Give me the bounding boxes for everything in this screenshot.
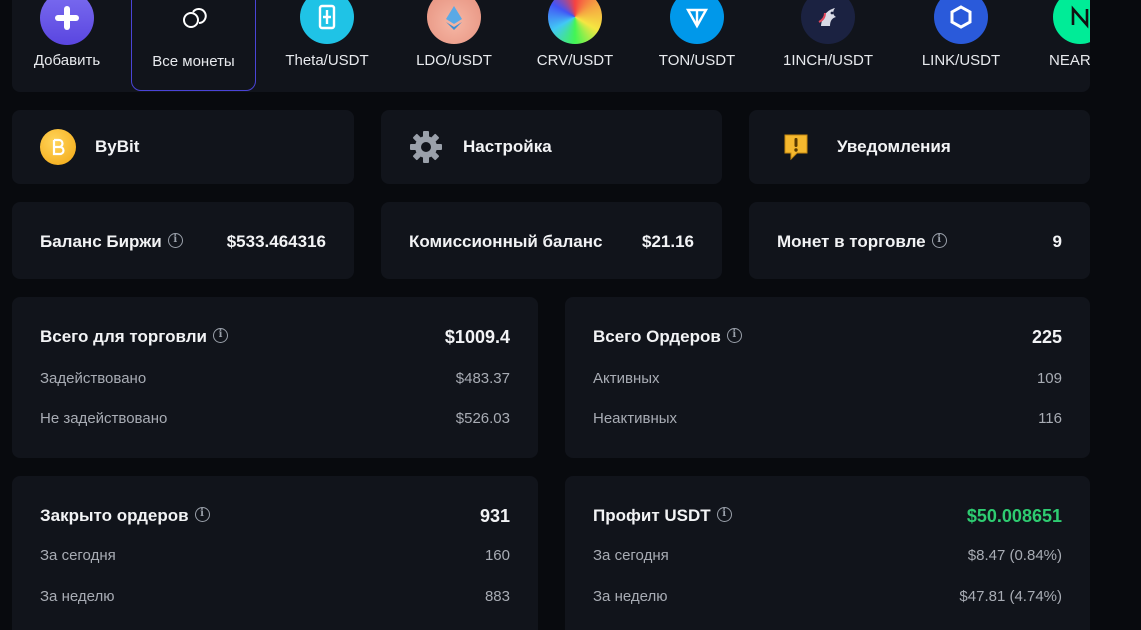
curve-logo-icon — [548, 0, 602, 44]
coin-label: LINK/USDT — [921, 52, 1001, 69]
info-icon[interactable]: i — [194, 507, 210, 523]
near-logo-icon — [1053, 0, 1090, 44]
balance-label: Баланс Биржи — [40, 232, 162, 251]
coin-crv[interactable]: CRV/USDT — [515, 0, 635, 92]
closed-orders-card: Закрыто ордеров i 931 За сегодня 160 За н… — [12, 476, 538, 630]
row-value: $526.03 — [455, 410, 510, 427]
chainlink-logo-icon — [934, 0, 988, 44]
row-label: За сегодня — [593, 547, 669, 564]
coin-near[interactable]: NEAR/USDT — [1034, 0, 1090, 92]
row-label: За сегодня — [40, 547, 116, 564]
row-value: 116 — [1038, 410, 1062, 427]
exchange-label: ByBit — [95, 137, 140, 156]
row-value: 883 — [484, 588, 510, 605]
info-icon[interactable]: i — [212, 328, 228, 344]
profit-card: Профит USDT i $50.008651 За сегодня $8.47… — [565, 476, 1090, 630]
row-label: За неделю — [593, 588, 668, 605]
coin-label: Theta/USDT — [285, 52, 369, 69]
coins-icon — [167, 0, 221, 45]
coins-trading-label: Монет в торговле — [777, 232, 926, 251]
all-coins-button[interactable]: Все монеты — [131, 0, 256, 91]
coin-label: NEAR/USDT — [1049, 52, 1090, 69]
gear-icon — [409, 130, 443, 169]
info-icon[interactable]: i — [726, 328, 742, 344]
row-value: $8.47 (0.84%) — [967, 547, 1062, 564]
commission-value: $21.16 — [642, 232, 694, 251]
row-label: Неактивных — [593, 410, 678, 427]
ton-logo-icon — [670, 0, 724, 44]
coin-strip: Добавить Все монеты Theta/USDT LDO/USDT … — [12, 0, 1090, 92]
row-label: Активных — [593, 370, 660, 387]
row-label: Задействовано — [40, 370, 147, 387]
bybit-coin-icon — [40, 129, 76, 165]
orders-total-card: Всего Ордеров i 225 Активных 109 Неактивн… — [565, 297, 1090, 458]
row-label: Не задействовано — [40, 410, 168, 427]
row-label: За неделю — [40, 588, 115, 605]
settings-label: Настройка — [463, 137, 552, 156]
coin-label: Добавить — [33, 52, 101, 69]
1inch-logo-icon — [801, 0, 855, 44]
add-coin-button[interactable]: Добавить — [12, 0, 127, 92]
coin-ton[interactable]: TON/USDT — [637, 0, 757, 92]
plus-icon — [40, 0, 94, 45]
coin-label: LDO/USDT — [416, 52, 492, 69]
trading-total-value: $1009.4 — [444, 327, 510, 347]
info-icon[interactable]: i — [716, 507, 732, 523]
orders-total-title: Всего Ордеров — [593, 327, 721, 346]
balance-card: Баланс Биржи i $533.464316 — [12, 202, 354, 279]
coin-label: CRV/USDT — [536, 52, 614, 69]
row-value: 160 — [484, 547, 510, 564]
commission-card: Комиссионный баланс $21.16 — [381, 202, 722, 279]
row-value: 109 — [1036, 370, 1062, 387]
coin-1inch[interactable]: 1INCH/USDT — [768, 0, 888, 92]
closed-orders-title: Закрыто ордеров — [40, 506, 189, 525]
coin-label: Все монеты — [152, 53, 235, 70]
coin-label: TON/USDT — [658, 52, 736, 69]
coin-label: 1INCH/USDT — [782, 52, 873, 69]
coin-ldo[interactable]: LDO/USDT — [394, 0, 514, 92]
coins-trading-card: Монет в торговле i 9 — [749, 202, 1090, 279]
profit-title: Профит USDT — [593, 506, 711, 525]
notifications-label: Уведомления — [837, 137, 951, 156]
notifications-card[interactable]: Уведомления — [749, 110, 1090, 184]
closed-orders-value: 931 — [479, 506, 510, 526]
lido-logo-icon — [427, 0, 481, 44]
coins-trading-value: 9 — [1052, 232, 1062, 251]
settings-card[interactable]: Настройка — [381, 110, 722, 184]
exchange-card[interactable]: ByBit — [12, 110, 354, 184]
trading-total-card: Всего для торговли i $1009.4 Задействован… — [12, 297, 538, 458]
trading-total-title: Всего для торговли — [40, 327, 207, 346]
balance-value: $533.464316 — [226, 232, 326, 251]
commission-label: Комиссионный баланс — [409, 232, 603, 251]
theta-logo-icon — [300, 0, 354, 44]
alert-icon — [782, 132, 810, 167]
orders-total-value: 225 — [1031, 327, 1062, 347]
coin-link[interactable]: LINK/USDT — [901, 0, 1021, 92]
row-value: $483.37 — [455, 370, 510, 387]
info-icon[interactable]: i — [167, 233, 183, 249]
coin-theta[interactable]: Theta/USDT — [267, 0, 387, 92]
info-icon[interactable]: i — [931, 233, 947, 249]
row-value: $47.81 (4.74%) — [959, 588, 1062, 605]
profit-value: $50.008651 — [966, 506, 1062, 526]
